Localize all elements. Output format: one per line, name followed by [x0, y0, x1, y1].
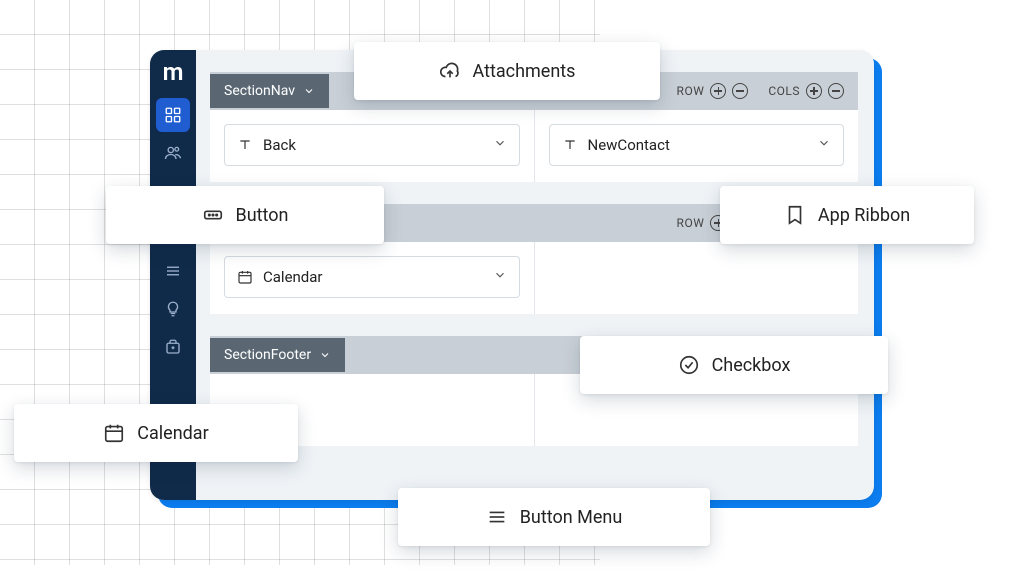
row-label: ROW: [677, 216, 705, 230]
card-button-label: Button: [236, 205, 289, 226]
card-buttonmenu[interactable]: Button Menu: [398, 488, 710, 546]
field-back-label: Back: [263, 136, 296, 154]
cell[interactable]: Calendar: [210, 242, 535, 314]
card-calendar[interactable]: Calendar: [14, 404, 298, 462]
card-attachments-label: Attachments: [473, 61, 576, 82]
canvas: SectionNav ROW COLS Back: [210, 72, 858, 484]
cloud-upload-icon: [439, 60, 461, 82]
cell[interactable]: [535, 242, 859, 314]
sidebar-item-menu[interactable]: [156, 254, 190, 288]
field-calendar-label: Calendar: [263, 268, 323, 286]
sidebar-item-billing[interactable]: [156, 330, 190, 364]
card-appribbon-label: App Ribbon: [818, 205, 910, 226]
card-calendar-label: Calendar: [137, 423, 208, 444]
row-label: ROW: [677, 84, 705, 98]
section-nav-rowcols: ROW COLS: [677, 83, 844, 99]
field-newcontact-label: NewContact: [588, 136, 670, 154]
section-nav-body: Back NewContact: [210, 110, 858, 182]
section-footer-tag[interactable]: SectionFooter: [210, 338, 345, 372]
chevron-down-icon: [817, 136, 831, 154]
button-icon: [202, 204, 224, 226]
section-list-body: Calendar: [210, 242, 858, 314]
row-remove-button[interactable]: [732, 83, 748, 99]
card-button[interactable]: Button: [106, 186, 384, 244]
card-attachments[interactable]: Attachments: [354, 42, 660, 100]
section-nav-tag[interactable]: SectionNav: [210, 74, 329, 108]
cols-remove-button[interactable]: [828, 83, 844, 99]
chevron-down-icon: [303, 85, 315, 97]
chevron-down-icon: [319, 349, 331, 361]
cell[interactable]: Back: [210, 110, 535, 182]
section-nav-tag-label: SectionNav: [224, 83, 295, 99]
chevron-down-icon: [493, 136, 507, 154]
sidebar-item-apps[interactable]: [156, 98, 190, 132]
menu-icon: [486, 506, 508, 528]
sidebar-item-ideas[interactable]: [156, 292, 190, 326]
text-icon: [237, 137, 253, 153]
field-back[interactable]: Back: [224, 124, 520, 166]
card-checkbox[interactable]: Checkbox: [580, 336, 888, 394]
logo: m: [158, 58, 188, 88]
field-newcontact[interactable]: NewContact: [549, 124, 845, 166]
calendar-icon: [237, 269, 253, 285]
cols-label: COLS: [768, 84, 800, 98]
bookmark-icon: [784, 204, 806, 226]
calendar-icon: [103, 422, 125, 444]
chevron-down-icon: [493, 268, 507, 286]
text-icon: [562, 137, 578, 153]
card-appribbon[interactable]: App Ribbon: [720, 186, 974, 244]
section-footer-tag-label: SectionFooter: [224, 347, 311, 363]
cell[interactable]: NewContact: [535, 110, 859, 182]
card-buttonmenu-label: Button Menu: [520, 507, 623, 528]
row-add-button[interactable]: [710, 83, 726, 99]
field-calendar[interactable]: Calendar: [224, 256, 520, 298]
sidebar-item-contacts[interactable]: [156, 136, 190, 170]
check-circle-icon: [678, 354, 700, 376]
cols-add-button[interactable]: [806, 83, 822, 99]
card-checkbox-label: Checkbox: [712, 355, 791, 376]
